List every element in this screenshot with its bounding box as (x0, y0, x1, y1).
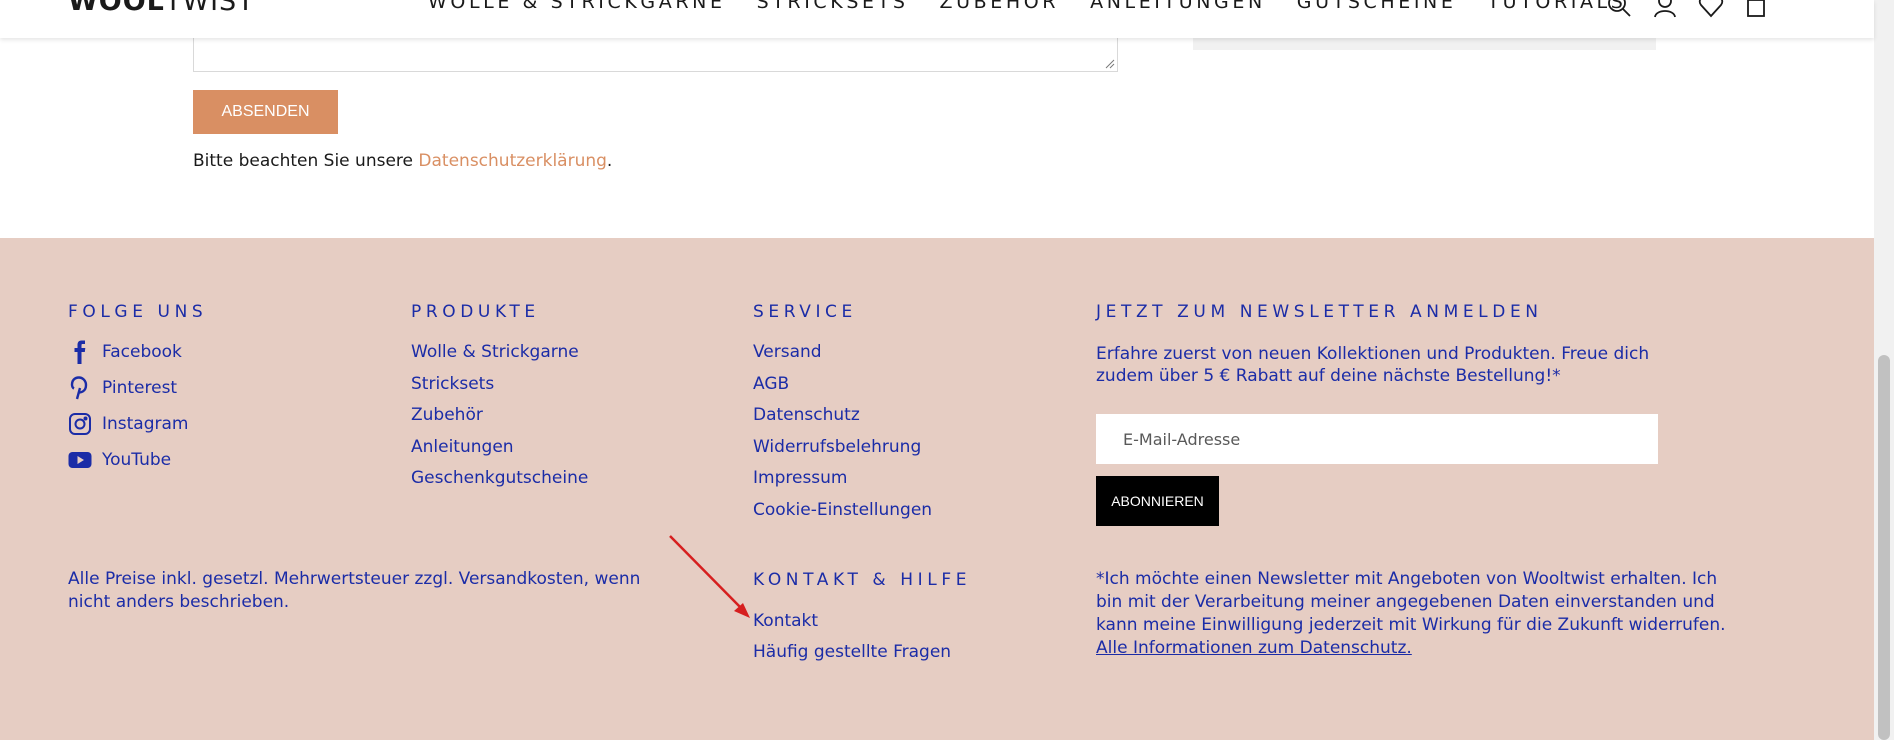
products-link-anleitungen[interactable]: Anleitungen (411, 437, 514, 457)
nav-item-wolle[interactable]: WOLLE & STRICKGARNE (428, 0, 726, 13)
service-link-cookies[interactable]: Cookie-Einstellungen (753, 500, 932, 520)
logo[interactable]: WOOLTWIST (68, 0, 255, 17)
facebook-icon (74, 340, 86, 364)
consent-text: *Ich möchte einen Newsletter mit Angebot… (1096, 569, 1726, 635)
products-link-wolle[interactable]: Wolle & Strickgarne (411, 342, 579, 362)
service-link-datenschutz[interactable]: Datenschutz (753, 405, 860, 425)
privacy-note: Bitte beachten Sie unsere Datenschutzerk… (193, 151, 612, 171)
subscribe-button[interactable]: ABONNIEREN (1096, 476, 1219, 526)
service-link-impressum[interactable]: Impressum (753, 468, 848, 488)
privacy-prefix: Bitte beachten Sie unsere (193, 151, 419, 171)
newsletter-heading: JETZT ZUM NEWSLETTER ANMELDEN (1096, 302, 1543, 322)
products-link-gutscheine[interactable]: Geschenkgutscheine (411, 468, 588, 488)
logo-bold: WOOL (68, 0, 165, 17)
nav-item-stricksets[interactable]: STRICKSETS (757, 0, 909, 13)
contact-link-kontakt[interactable]: Kontakt (753, 611, 818, 631)
service-heading: SERVICE (753, 302, 857, 322)
scrollbar-thumb[interactable] (1878, 355, 1890, 740)
contact-link-faq[interactable]: Häufig gestellte Fragen (753, 642, 951, 662)
newsletter-consent: *Ich möchte einen Newsletter mit Angebot… (1096, 568, 1736, 660)
social-link-youtube[interactable]: YouTube (68, 448, 171, 472)
privacy-suffix: . (606, 151, 613, 171)
instagram-icon (69, 413, 91, 435)
submit-button[interactable]: ABSENDEN (193, 90, 338, 134)
products-heading: PRODUKTE (411, 302, 540, 322)
site-header: WOOLTWIST WOLLE & STRICKGARNE STRICKSETS… (0, 0, 1874, 38)
account-icon[interactable] (1652, 0, 1678, 18)
header-icons (1606, 0, 1790, 18)
contact-heading: KONTAKT & HILFE (753, 570, 972, 590)
youtube-icon (68, 452, 92, 468)
page: WOOLTWIST WOLLE & STRICKGARNE STRICKSETS… (0, 0, 1894, 740)
social-label-youtube: YouTube (102, 450, 172, 470)
main-nav: WOLLE & STRICKGARNE STRICKSETS ZUBEHÖR A… (428, 0, 1657, 13)
consent-privacy-link[interactable]: Alle Informationen zum Datenschutz. (1096, 638, 1412, 658)
pinterest-icon (70, 376, 88, 400)
newsletter-email-input[interactable] (1096, 414, 1658, 464)
sidebar-box (1193, 38, 1656, 50)
social-link-instagram[interactable]: Instagram (68, 412, 189, 436)
resize-grip-icon[interactable] (1105, 59, 1115, 69)
wishlist-icon[interactable] (1698, 0, 1724, 18)
search-icon[interactable] (1606, 0, 1632, 18)
products-link-stricksets[interactable]: Stricksets (411, 374, 494, 394)
nav-item-anleitungen[interactable]: ANLEITUNGEN (1090, 0, 1266, 13)
logo-light: TWIST (164, 0, 255, 17)
products-link-zubehoer[interactable]: Zubehör (411, 405, 483, 425)
follow-heading: FOLGE UNS (68, 302, 208, 322)
nav-item-gutscheine[interactable]: GUTSCHEINE (1297, 0, 1457, 13)
service-link-widerruf[interactable]: Widerrufsbelehrung (753, 437, 921, 457)
price-note: Alle Preise inkl. gesetzl. Mehrwertsteue… (68, 569, 641, 612)
nav-item-zubehoer[interactable]: ZUBEHÖR (940, 0, 1060, 13)
cart-icon[interactable] (1744, 0, 1770, 18)
privacy-policy-link[interactable]: Datenschutzerklärung (418, 151, 607, 171)
social-link-pinterest[interactable]: Pinterest (68, 376, 177, 400)
social-label-facebook: Facebook (102, 342, 182, 362)
social-label-pinterest: Pinterest (102, 378, 178, 398)
social-label-instagram: Instagram (102, 414, 189, 434)
service-link-agb[interactable]: AGB (753, 374, 789, 394)
service-link-versand[interactable]: Versand (753, 342, 822, 362)
site-footer: FOLGE UNS Facebook Pinterest Instagram Y… (0, 238, 1874, 740)
social-link-facebook[interactable]: Facebook (68, 340, 182, 364)
newsletter-text: Erfahre zuerst von neuen Kollektionen un… (1096, 344, 1650, 386)
